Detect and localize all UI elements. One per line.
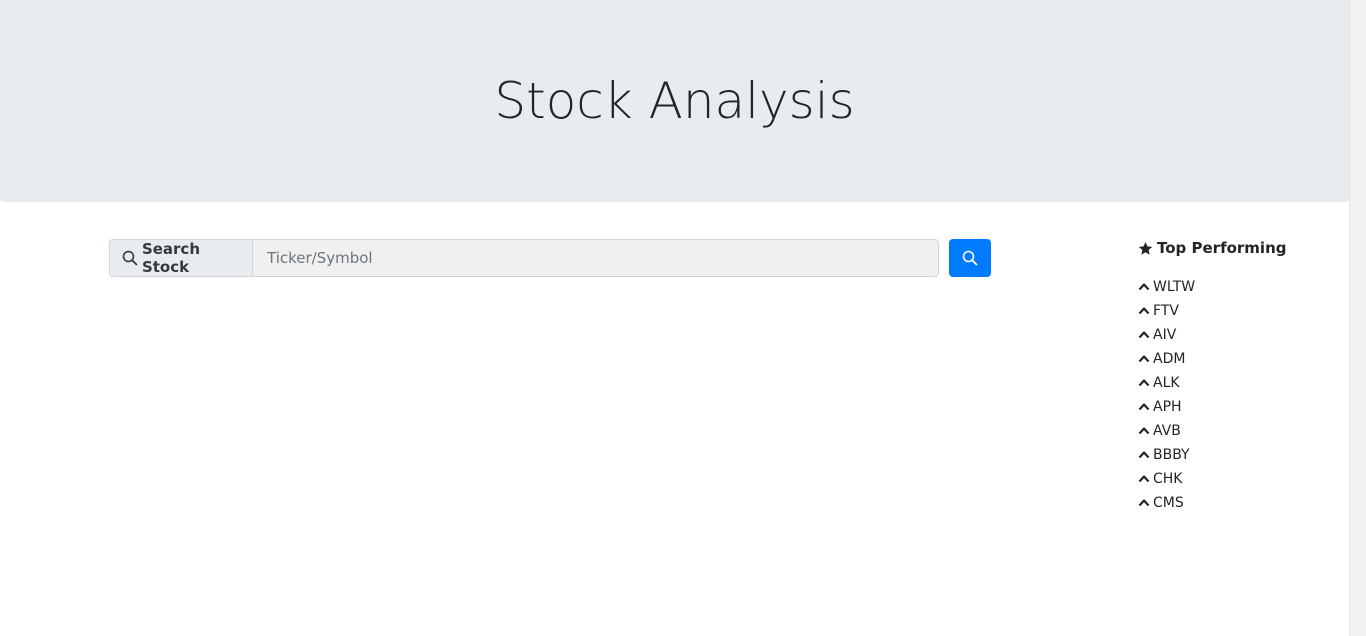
ticker-label: ALK xyxy=(1153,375,1180,391)
list-item[interactable]: BBBY xyxy=(1138,443,1338,467)
chevron-up-icon xyxy=(1138,403,1150,411)
list-item[interactable]: ALK xyxy=(1138,371,1338,395)
page: Stock Analysis Search Stock Top Performi… xyxy=(0,0,1349,636)
search-input[interactable] xyxy=(252,239,939,277)
list-item[interactable]: ADM xyxy=(1138,347,1338,371)
chevron-up-icon xyxy=(1138,379,1150,387)
header-banner: Stock Analysis xyxy=(0,0,1349,202)
vertical-scrollbar[interactable] xyxy=(1349,0,1366,636)
chevron-up-icon xyxy=(1138,283,1150,291)
chevron-up-icon xyxy=(1138,307,1150,315)
list-item[interactable]: AIV xyxy=(1138,323,1338,347)
page-title: Stock Analysis xyxy=(494,72,855,130)
chevron-up-icon xyxy=(1138,475,1150,483)
ticker-label: ADM xyxy=(1153,351,1186,367)
top-performing-list: WLTW FTV AIV ADM ALK APH AVB BBBY CHK CM… xyxy=(1138,275,1338,515)
search-label-addon: Search Stock xyxy=(109,239,252,277)
list-item[interactable]: AVB xyxy=(1138,419,1338,443)
chevron-up-icon xyxy=(1138,499,1150,507)
ticker-label: FTV xyxy=(1153,303,1179,319)
search-label: Search Stock xyxy=(141,240,201,276)
list-item[interactable]: WLTW xyxy=(1138,275,1338,299)
search-icon xyxy=(122,250,138,266)
list-item[interactable]: FTV xyxy=(1138,299,1338,323)
ticker-label: WLTW xyxy=(1153,279,1196,295)
list-item[interactable]: CMS xyxy=(1138,491,1338,515)
ticker-label: AVB xyxy=(1153,423,1181,439)
search-button[interactable] xyxy=(949,239,991,277)
search-icon xyxy=(962,250,978,266)
star-icon xyxy=(1138,241,1153,255)
chevron-up-icon xyxy=(1138,451,1150,459)
sidebar-title-label: Top Performing xyxy=(1157,239,1287,257)
ticker-label: AIV xyxy=(1153,327,1177,343)
chevron-up-icon xyxy=(1138,331,1150,339)
top-performing-panel: Top Performing WLTW FTV AIV ADM ALK APH … xyxy=(1138,236,1338,515)
chevron-up-icon xyxy=(1138,355,1150,363)
list-item[interactable]: CHK xyxy=(1138,467,1338,491)
sidebar-title: Top Performing xyxy=(1138,236,1338,260)
search-group: Search Stock xyxy=(109,239,939,277)
list-item[interactable]: APH xyxy=(1138,395,1338,419)
ticker-label: BBBY xyxy=(1153,447,1190,463)
ticker-label: CMS xyxy=(1153,495,1184,511)
ticker-label: APH xyxy=(1153,399,1182,415)
ticker-label: CHK xyxy=(1153,471,1183,487)
chevron-up-icon xyxy=(1138,427,1150,435)
